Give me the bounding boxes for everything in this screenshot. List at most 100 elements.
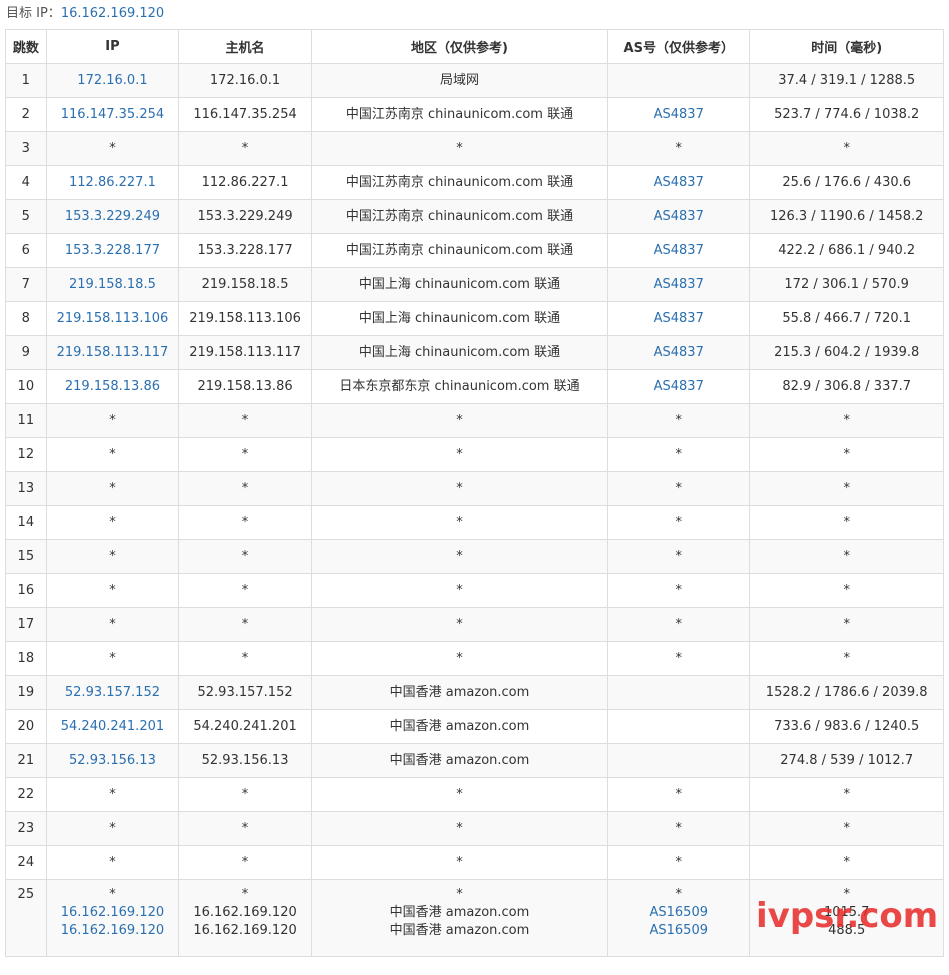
cell-region-line: 中国香港 amazon.com [389, 905, 530, 920]
cell-ip: 112.86.227.1 [45, 165, 180, 200]
header-hostname: 主机名 [178, 29, 312, 64]
as-link[interactable]: AS4837 [654, 107, 704, 122]
cell-ip: * [45, 539, 180, 574]
table-row: 15 * * * * * [5, 539, 944, 574]
table-row: 12 * * * * * [5, 437, 944, 472]
ip-link[interactable]: 112.86.227.1 [69, 175, 156, 190]
table-row: 8 219.158.113.106 219.158.113.106 中国上海 chin… [5, 301, 944, 336]
cell-time: 55.8 / 466.7 / 720.1 [749, 301, 944, 336]
ip-link[interactable]: 219.158.13.86 [65, 379, 160, 394]
cell-region: 中国上海 chinaunicom.com 联通 [310, 267, 609, 302]
cell-hostname: 52.93.157.152 [178, 675, 312, 710]
cell-region: * [310, 437, 609, 472]
cell-as: * [607, 131, 751, 166]
cell-region: * [310, 131, 609, 166]
cell-time: 215.3 / 604.2 / 1939.8 [749, 335, 944, 370]
ip-link[interactable]: 54.240.241.201 [61, 719, 164, 734]
cell-region: * [310, 505, 609, 540]
cell-ip: 116.147.35.254 [45, 97, 180, 132]
cell-hostname-line: 16.162.169.120 [193, 923, 297, 938]
cell-region: * 中国香港 amazon.com 中国香港 amazon.com [310, 879, 609, 957]
cell-hostname: 153.3.229.249 [178, 199, 312, 234]
cell-ip: * [45, 573, 180, 608]
cell-hop: 24 [5, 845, 47, 880]
cell-time: 172 / 306.1 / 570.9 [749, 267, 944, 302]
header-hop: 跳数 [5, 29, 47, 64]
cell-hostname: * [178, 437, 312, 472]
cell-hop: 20 [5, 709, 47, 744]
ip-link[interactable]: 153.3.229.249 [65, 209, 160, 224]
cell-ip: 219.158.113.106 [45, 301, 180, 336]
cell-ip: 219.158.18.5 [45, 267, 180, 302]
ip-link[interactable]: 52.93.156.13 [69, 753, 156, 768]
as-link[interactable]: AS16509 [612, 904, 745, 922]
cell-hop: 18 [5, 641, 47, 676]
table-row: 16 * * * * * [5, 573, 944, 608]
cell-hop: 1 [5, 63, 47, 98]
cell-as: * [607, 641, 751, 676]
as-link[interactable]: AS4837 [654, 379, 704, 394]
table-row: 21 52.93.156.13 52.93.156.13 中国香港 amazon.co… [5, 743, 944, 778]
cell-hostname: * [178, 573, 312, 608]
cell-region: * [310, 845, 609, 880]
ip-link[interactable]: 172.16.0.1 [77, 73, 147, 88]
cell-hop: 13 [5, 471, 47, 506]
as-link[interactable]: AS4837 [654, 209, 704, 224]
header-as: AS号（仅供参考） [607, 29, 751, 64]
cell-hostname: 52.93.156.13 [178, 743, 312, 778]
table-row: 13 * * * * * [5, 471, 944, 506]
as-link[interactable]: AS4837 [654, 345, 704, 360]
cell-time: * [749, 505, 944, 540]
ip-link[interactable]: 16.162.169.120 [51, 904, 175, 922]
ip-link[interactable]: 219.158.113.117 [57, 345, 169, 360]
cell-region: 中国江苏南京 chinaunicom.com 联通 [310, 233, 609, 268]
cell-time: * [749, 437, 944, 472]
as-link[interactable]: AS16509 [612, 922, 745, 940]
ip-link[interactable]: 153.3.228.177 [65, 243, 160, 258]
cell-region: * [310, 641, 609, 676]
cell-hop: 14 [5, 505, 47, 540]
cell-time: 422.2 / 686.1 / 940.2 [749, 233, 944, 268]
cell-hostname: * [178, 811, 312, 846]
target-ip-value[interactable]: 16.162.169.120 [61, 6, 164, 21]
as-link[interactable]: AS4837 [654, 243, 704, 258]
cell-hop: 19 [5, 675, 47, 710]
cell-hop: 23 [5, 811, 47, 846]
as-link[interactable]: AS4837 [654, 311, 704, 326]
cell-hostname: 153.3.228.177 [178, 233, 312, 268]
cell-region: 中国上海 chinaunicom.com 联通 [310, 335, 609, 370]
cell-region: * [310, 777, 609, 812]
cell-hop: 25 [5, 879, 47, 957]
cell-as [607, 675, 751, 710]
table-row-final-hop: 25 * 16.162.169.120 16.162.169.120 * 16.… [5, 879, 944, 957]
ip-link[interactable]: 16.162.169.120 [51, 922, 175, 940]
cell-hostname: 172.16.0.1 [178, 63, 312, 98]
cell-time: 126.3 / 1190.6 / 1458.2 [749, 199, 944, 234]
cell-ip: * [45, 777, 180, 812]
as-link[interactable]: AS4837 [654, 277, 704, 292]
ip-link[interactable]: 219.158.113.106 [57, 311, 169, 326]
ip-link[interactable]: 219.158.18.5 [69, 277, 156, 292]
cell-as: * [607, 573, 751, 608]
cell-region: * [310, 573, 609, 608]
cell-as: * [607, 811, 751, 846]
cell-as: * [607, 777, 751, 812]
cell-time: 37.4 / 319.1 / 1288.5 [749, 63, 944, 98]
cell-ip: * [45, 505, 180, 540]
cell-hop: 10 [5, 369, 47, 404]
cell-hostname: * [178, 403, 312, 438]
ip-link[interactable]: 52.93.157.152 [65, 685, 160, 700]
cell-region: 中国香港 amazon.com [310, 675, 609, 710]
cell-hop: 15 [5, 539, 47, 574]
ip-link[interactable]: 116.147.35.254 [61, 107, 164, 122]
table-row: 3 * * * * * [5, 131, 944, 166]
cell-time: 82.9 / 306.8 / 337.7 [749, 369, 944, 404]
cell-hostname: * [178, 505, 312, 540]
cell-ip: * [45, 437, 180, 472]
cell-ip: 54.240.241.201 [45, 709, 180, 744]
as-link[interactable]: AS4837 [654, 175, 704, 190]
cell-hostname: * 16.162.169.120 16.162.169.120 [178, 879, 312, 957]
cell-as: AS4837 [607, 233, 751, 268]
cell-time: * [749, 403, 944, 438]
cell-time: 733.6 / 983.6 / 1240.5 [749, 709, 944, 744]
